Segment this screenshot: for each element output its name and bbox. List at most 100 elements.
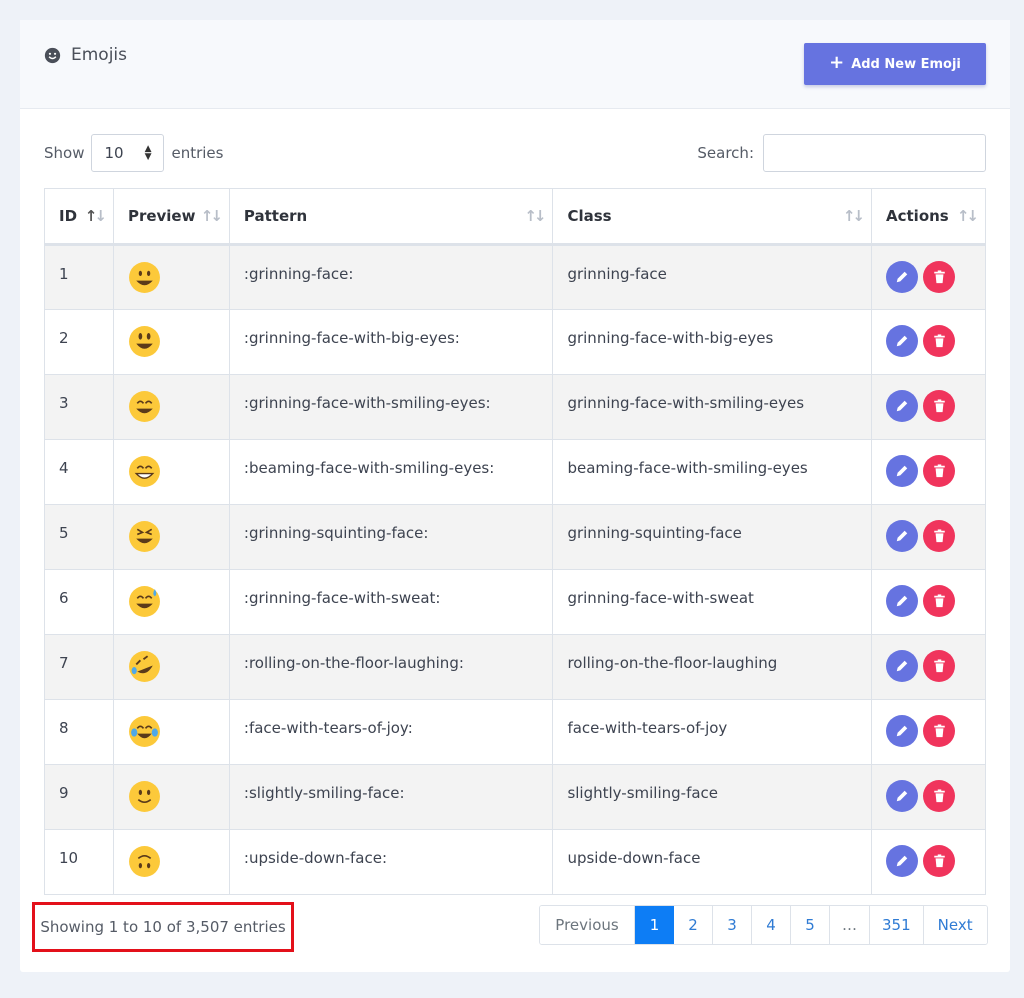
slightly-smiling-face-emoji-icon <box>128 781 160 812</box>
add-new-emoji-button[interactable]: + Add New Emoji <box>804 43 986 85</box>
edit-button[interactable] <box>886 261 918 293</box>
edit-button[interactable] <box>886 325 918 357</box>
cell-preview <box>112 569 230 635</box>
column-header-class[interactable]: Class ↑↓ <box>552 188 872 246</box>
edit-button[interactable] <box>886 780 918 812</box>
cell-preview <box>112 829 230 895</box>
pagination-page-3[interactable]: 3 <box>713 906 752 944</box>
cell-actions <box>871 634 986 700</box>
cell-actions <box>871 764 986 830</box>
column-header-label: Actions <box>886 207 949 225</box>
trash-icon <box>933 789 945 803</box>
sort-icon: ↑↓ <box>842 207 865 225</box>
search-label: Search: <box>697 144 754 162</box>
edit-button[interactable] <box>886 390 918 422</box>
cell-id: 2 <box>44 309 114 375</box>
edit-button[interactable] <box>886 585 918 617</box>
cell-pattern: :upside-down-face: <box>228 829 554 895</box>
pagination-page-351[interactable]: 351 <box>870 906 924 944</box>
cell-id: 6 <box>44 569 114 635</box>
rolling-on-the-floor-laughing-emoji-icon <box>128 651 160 682</box>
page-title: Emojis <box>44 45 127 65</box>
edit-button[interactable] <box>886 520 918 552</box>
edit-button[interactable] <box>886 845 918 877</box>
trash-icon <box>933 399 945 413</box>
column-header-preview[interactable]: Preview ↑↓ <box>112 188 230 246</box>
cell-id: 4 <box>44 439 114 505</box>
page-length-select[interactable]: 10 ▲ ▼ <box>91 134 165 172</box>
delete-button[interactable] <box>923 585 955 617</box>
page-length-value: 10 <box>104 144 124 162</box>
column-header-label: Class <box>567 207 612 225</box>
pagination-previous[interactable]: Previous <box>540 906 635 944</box>
cell-id: 7 <box>44 634 114 700</box>
pencil-icon <box>896 790 908 802</box>
show-label: Show <box>44 144 85 162</box>
cell-preview <box>112 634 230 700</box>
pagination-page-4[interactable]: 4 <box>752 906 791 944</box>
grinning-face-with-smiling-eyes-emoji-icon <box>128 391 160 422</box>
emojis-card: Emojis + Add New Emoji Show 10 ▲ ▼ entrie… <box>20 20 1010 972</box>
column-header-label: Preview <box>127 207 196 225</box>
page-title-text: Emojis <box>71 45 128 65</box>
trash-icon <box>933 854 945 868</box>
cell-actions <box>871 569 986 635</box>
delete-button[interactable] <box>923 325 955 357</box>
table-row: 4:beaming-face-with-smiling-eyes: beaming… <box>44 439 986 505</box>
search-input[interactable] <box>763 134 986 172</box>
cell-pattern: :grinning-face-with-big-eyes: <box>228 309 554 375</box>
column-header-pattern[interactable]: Pattern ↑↓ <box>228 188 554 246</box>
cell-class: grinning-squinting-face <box>552 504 872 570</box>
pagination-ellipsis: … <box>830 906 870 944</box>
cell-preview <box>112 504 230 570</box>
select-arrows-icon: ▲ ▼ <box>144 144 152 162</box>
edit-button[interactable] <box>886 650 918 682</box>
delete-button[interactable] <box>923 780 955 812</box>
cell-pattern: :rolling-on-the-floor-laughing: <box>228 634 554 700</box>
entries-label: entries <box>171 144 224 162</box>
delete-button[interactable] <box>923 261 955 293</box>
face-with-tears-of-joy-emoji-icon <box>128 716 160 747</box>
delete-button[interactable] <box>923 390 955 422</box>
pencil-icon <box>896 400 908 412</box>
table-header-row: ID ↑↓ Preview ↑↓ Pattern ↑↓ Class ↑↓ Actions… <box>44 188 986 246</box>
pagination-page-1[interactable]: 1 <box>635 906 674 944</box>
column-header-id[interactable]: ID ↑↓ <box>44 188 114 246</box>
cell-actions <box>871 244 986 310</box>
sort-icon: ↑↓ <box>200 207 223 225</box>
column-header-actions[interactable]: Actions ↑↓ <box>871 188 986 246</box>
delete-button[interactable] <box>923 650 955 682</box>
page-length-control: Show 10 ▲ ▼ entries <box>44 134 223 172</box>
cell-pattern: :beaming-face-with-smiling-eyes: <box>228 439 554 505</box>
trash-icon <box>933 529 945 543</box>
delete-button[interactable] <box>923 455 955 487</box>
cell-actions <box>871 439 986 505</box>
table-row: 2:grinning-face-with-big-eyes: grinning-f… <box>44 309 986 375</box>
column-header-label: Pattern <box>243 207 308 225</box>
cell-pattern: :slightly-smiling-face: <box>228 764 554 830</box>
edit-button[interactable] <box>886 455 918 487</box>
pagination-next[interactable]: Next <box>923 906 987 944</box>
pagination-page-5[interactable]: 5 <box>791 906 830 944</box>
table-body: 1:grinning-face: grinning-face 2:grinning-… <box>44 244 986 895</box>
pagination: Previous 1 2 3 4 5 … 351 Next <box>539 905 988 945</box>
pagination-page-2[interactable]: 2 <box>674 906 713 944</box>
edit-button[interactable] <box>886 715 918 747</box>
cell-class: upside-down-face <box>552 829 872 895</box>
upside-down-face-emoji-icon <box>128 846 160 877</box>
pencil-icon <box>896 271 908 283</box>
delete-button[interactable] <box>923 520 955 552</box>
cell-class: grinning-face <box>552 244 872 310</box>
card-header: Emojis + Add New Emoji <box>20 20 1010 109</box>
delete-button[interactable] <box>923 715 955 747</box>
table-row: 6:grinning-face-with-sweat: grinning-face… <box>44 569 986 635</box>
table-row: 10:upside-down-face: upside-down-face <box>44 829 986 895</box>
cell-actions <box>871 309 986 375</box>
delete-button[interactable] <box>923 845 955 877</box>
trash-icon <box>933 594 945 608</box>
cell-preview <box>112 699 230 765</box>
smile-icon <box>44 47 61 63</box>
trash-icon <box>933 270 945 284</box>
grinning-face-with-sweat-emoji-icon <box>128 586 160 617</box>
cell-class: slightly-smiling-face <box>552 764 872 830</box>
